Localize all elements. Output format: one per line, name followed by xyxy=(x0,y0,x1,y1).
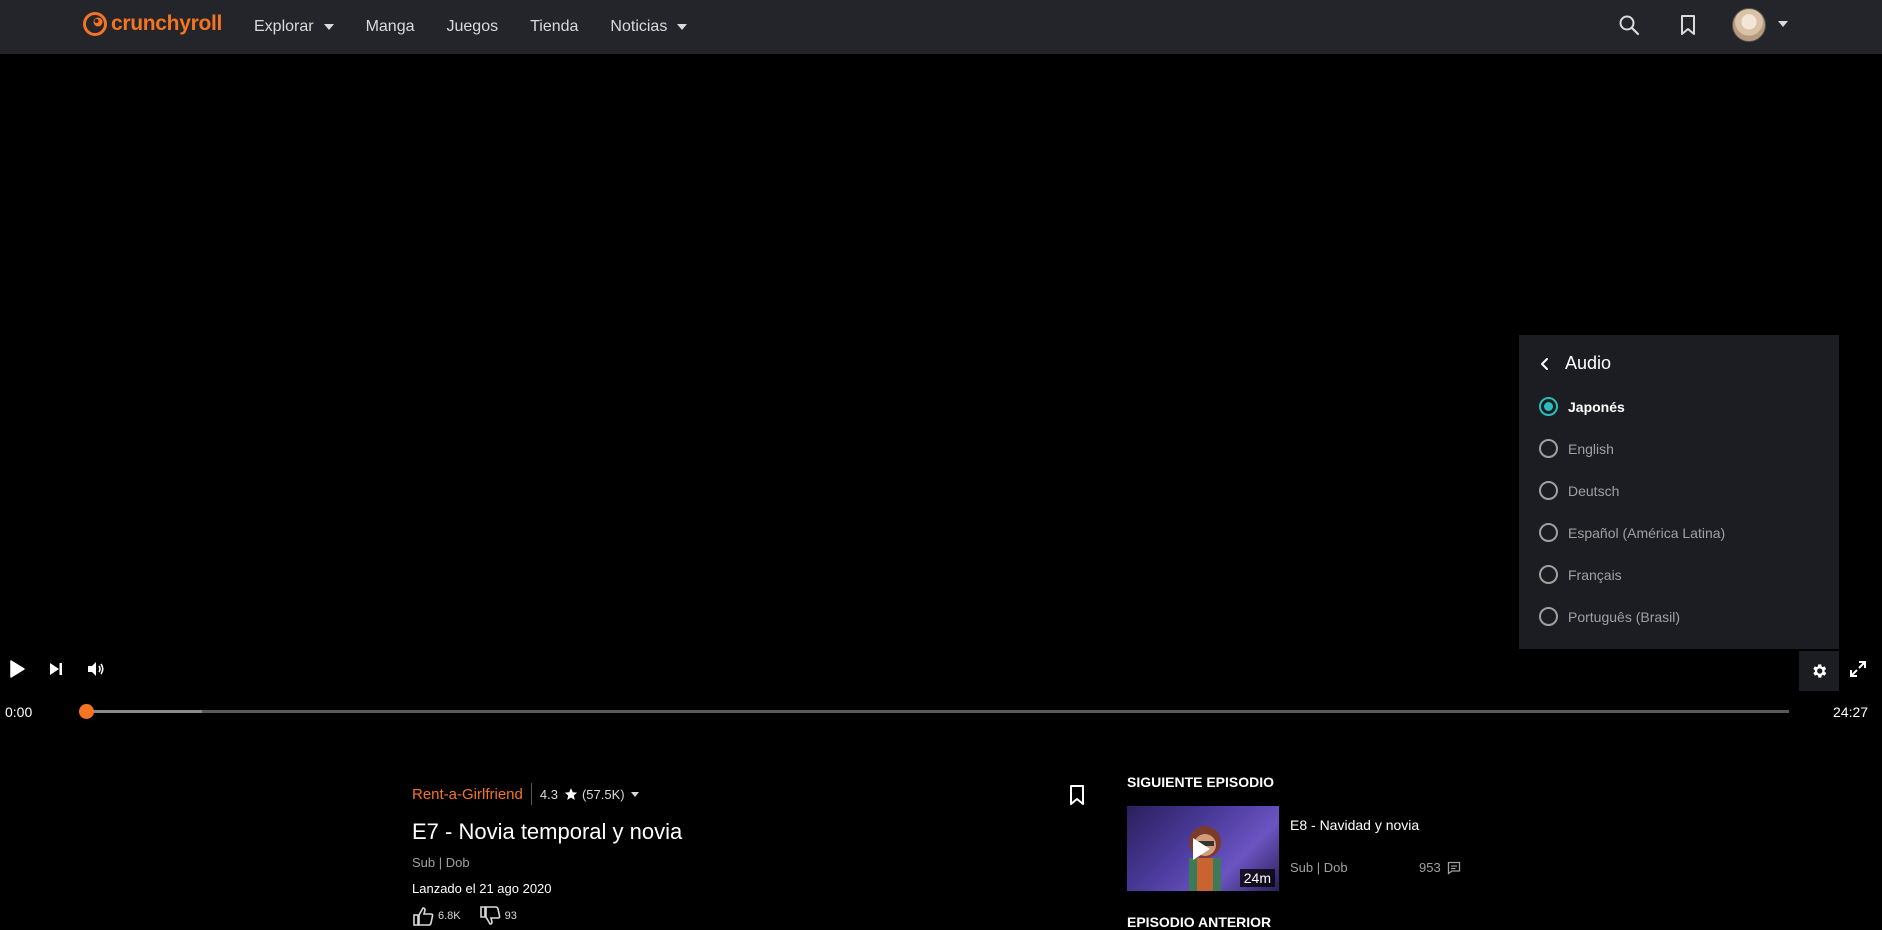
radio[interactable] xyxy=(1539,481,1558,500)
nav-noticias[interactable]: Noticias xyxy=(610,18,688,36)
nav-explorar-label: Explorar xyxy=(254,18,314,35)
next-episode-comments[interactable]: 953 xyxy=(1419,860,1461,875)
skip-next-icon[interactable] xyxy=(48,661,64,677)
star-icon xyxy=(564,788,578,800)
audio-option-label: Deutsch xyxy=(1568,482,1620,499)
comments-count: 953 xyxy=(1419,860,1441,875)
audio-menu-header[interactable]: Audio xyxy=(1539,353,1611,374)
divider xyxy=(530,783,532,805)
audio-option-deutsch[interactable]: Deutsch xyxy=(1539,481,1619,500)
audio-option-label: Français xyxy=(1568,566,1622,583)
current-time: 0:00 xyxy=(5,704,33,720)
audio-option-portugues[interactable]: Português (Brasil) xyxy=(1539,607,1680,626)
next-episode-thumbnail[interactable]: 24m xyxy=(1127,806,1279,891)
search-icon[interactable] xyxy=(1618,14,1640,36)
audio-option-japones[interactable]: Japonés xyxy=(1539,397,1625,416)
like-dislike-bar: 6.8K 93 xyxy=(412,906,517,926)
rating[interactable]: 4.3 (57.5K) xyxy=(540,787,639,802)
comment-icon xyxy=(1447,861,1460,875)
nav-tienda[interactable]: Tienda xyxy=(530,18,578,36)
dislikes-count: 93 xyxy=(504,910,517,922)
bookmark-icon[interactable] xyxy=(1068,784,1086,806)
next-episode-sub-dub: Sub | Dob xyxy=(1290,860,1348,875)
fullscreen-icon[interactable] xyxy=(1849,660,1867,678)
audio-option-label: Japonés xyxy=(1568,398,1625,415)
nav-manga[interactable]: Manga xyxy=(366,18,415,36)
radio[interactable] xyxy=(1539,523,1558,542)
crunchyroll-logo-icon xyxy=(83,12,107,36)
series-line: Rent-a-Girlfriend 4.3 (57.5K) xyxy=(412,783,639,805)
nav-explorar[interactable]: Explorar xyxy=(254,18,334,36)
series-link[interactable]: Rent-a-Girlfriend xyxy=(412,786,523,803)
radio[interactable] xyxy=(1539,439,1558,458)
nav-juegos-label: Juegos xyxy=(446,18,499,35)
nav-noticias-label: Noticias xyxy=(610,18,668,35)
avatar[interactable] xyxy=(1732,8,1766,42)
chevron-left-icon[interactable] xyxy=(1539,357,1551,371)
radio-selected[interactable] xyxy=(1539,397,1558,416)
episode-info-area xyxy=(0,734,1882,921)
chevron-down-icon xyxy=(677,24,688,30)
audio-menu-title: Audio xyxy=(1565,353,1612,373)
rating-value: 4.3 xyxy=(539,786,558,802)
audio-option-label: Português (Brasil) xyxy=(1568,608,1681,625)
episode-title: E7 - Novia temporal y novia xyxy=(412,819,683,844)
next-episode-heading: SIGUIENTE EPISODIO xyxy=(1127,774,1275,790)
rating-count: (57.5K) xyxy=(581,786,625,802)
radio[interactable] xyxy=(1539,565,1558,584)
volume-icon[interactable] xyxy=(86,659,106,679)
radio[interactable] xyxy=(1539,607,1558,626)
duration: 24:27 xyxy=(1833,704,1869,720)
previous-episode-heading: EPISODIO ANTERIOR xyxy=(1127,914,1272,930)
progress-buffer xyxy=(86,710,202,713)
audio-option-english[interactable]: English xyxy=(1539,439,1614,458)
nav-tienda-label: Tienda xyxy=(530,18,579,35)
chevron-down-icon xyxy=(323,24,334,30)
next-episode-title[interactable]: E8 - Navidad y novia xyxy=(1290,817,1419,833)
thumbs-down-icon[interactable] xyxy=(479,906,503,926)
audio-option-label: English xyxy=(1568,440,1614,457)
top-navigation-bar: crunchyroll Explorar Manga Juegos Tienda… xyxy=(0,0,1882,54)
nav-juegos[interactable]: Juegos xyxy=(447,18,499,36)
brand-name: crunchyroll xyxy=(111,12,223,35)
main-nav: Explorar Manga Juegos Tienda Noticias xyxy=(254,0,719,54)
nav-manga-label: Manga xyxy=(365,18,415,35)
chevron-down-icon[interactable] xyxy=(1778,21,1788,27)
gear-icon xyxy=(1813,664,1827,678)
play-icon[interactable] xyxy=(8,659,26,679)
audio-option-espanol[interactable]: Español (América Latina) xyxy=(1539,523,1725,542)
audio-option-francais[interactable]: Français xyxy=(1539,565,1622,584)
likes-count: 6.8K xyxy=(438,910,461,922)
crunchyroll-logo[interactable]: crunchyroll xyxy=(83,12,222,36)
episode-release-date: Lanzado el 21 ago 2020 xyxy=(412,881,552,896)
audio-option-label: Español (América Latina) xyxy=(1568,524,1726,541)
episode-sub-dub: Sub | Dob xyxy=(412,855,470,870)
play-icon xyxy=(1193,838,1210,860)
thumbs-up-icon[interactable] xyxy=(412,906,436,926)
progress-bar[interactable] xyxy=(86,710,1789,713)
audio-menu: Audio Japonés English Deutsch Español (A… xyxy=(1519,335,1839,649)
settings-button[interactable] xyxy=(1799,651,1839,691)
bookmark-icon[interactable] xyxy=(1679,14,1697,36)
progress-knob[interactable] xyxy=(79,704,94,719)
chevron-down-icon xyxy=(630,791,639,797)
episode-duration-badge: 24m xyxy=(1239,869,1275,887)
